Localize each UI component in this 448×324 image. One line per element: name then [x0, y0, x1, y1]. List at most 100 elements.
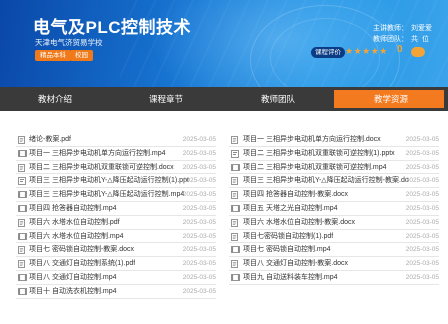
resource-row[interactable]: 项目一 三相异步电动机单方向运行控制.docx 2025-03-05	[229, 133, 439, 147]
resource-name[interactable]: 项目四 抢答器自动控制-教案.docx	[243, 190, 348, 199]
resource-date: 2025-03-05	[182, 204, 216, 212]
teacher-name[interactable]: 刘爱爱	[411, 25, 432, 32]
video-icon	[231, 246, 240, 254]
document-icon	[18, 163, 26, 172]
tab-label: 教学资源	[373, 94, 408, 104]
presentation-icon	[18, 177, 26, 186]
resource-row[interactable]: 项目三 三相异步电动机Y-△降压起动运行控制(1).pptx 2025-03-05	[16, 174, 216, 189]
document-icon	[231, 177, 239, 186]
resource-list-left: 绪论-教案.pdf 2025-03-05 项目一 三相异步电动机单方向运行控制.mp…	[16, 133, 216, 299]
resource-date: 2025-03-05	[405, 149, 439, 157]
resource-name[interactable]: 项目一 三相异步电动机单方向运行控制.mp4	[29, 149, 166, 158]
resource-row[interactable]: 项目四 抢答器自动控制-教案.docx 2025-03-05	[229, 188, 439, 202]
resource-date: 2025-03-05	[405, 177, 439, 185]
resource-date: 2025-03-05	[182, 191, 216, 199]
video-icon	[231, 205, 240, 212]
team-count-suffix: 位	[422, 36, 429, 43]
resource-row[interactable]: 项目二 三相异步电动机双重联锁可逆控制.docx 2025-03-05	[16, 161, 216, 175]
team-label: 教师团队：	[373, 36, 408, 43]
resource-name[interactable]: 项目四 抢答器自动控制.mp4	[29, 204, 117, 213]
resource-name[interactable]: 项目二 三相异步电动机双重联锁可逆控制(1).pptx	[243, 149, 395, 158]
resource-name[interactable]: 项目五 天塔之光自动控制.mp4	[243, 204, 338, 213]
document-icon	[231, 218, 239, 227]
document-icon	[18, 218, 26, 227]
resource-row[interactable]: 项目八 交通灯自动控制-教案.docx 2025-03-05	[229, 257, 439, 271]
resource-date: 2025-03-05	[405, 218, 439, 226]
resource-date: 2025-03-05	[405, 273, 439, 281]
presentation-icon	[231, 149, 239, 158]
teacher-info: 主讲教师： 刘爱爱	[373, 23, 432, 33]
resource-row[interactable]: 项目二 三相异步电动机双重联锁可逆控制(1).pptx 2025-03-05	[229, 147, 439, 161]
resource-row[interactable]: 项目十 自动洗衣机控制.mp4 2025-03-05	[16, 285, 216, 299]
video-icon	[231, 163, 240, 171]
resource-row[interactable]: 项目四 抢答器自动控制.mp4 2025-03-05	[16, 202, 216, 216]
resource-name[interactable]: 项目七 密码锁自动控制-教案.docx	[29, 245, 134, 254]
video-icon	[231, 274, 240, 281]
resource-date: 2025-03-05	[405, 232, 439, 240]
tab-chapters[interactable]: 课程章节	[110, 87, 222, 111]
resource-row[interactable]: 项目七 密码锁自动控制-教案.docx 2025-03-05	[16, 243, 216, 258]
resource-name[interactable]: 项目一 三相异步电动机单方向运行控制.docx	[243, 135, 381, 144]
resource-row[interactable]: 绪论-教案.pdf 2025-03-05	[16, 133, 216, 147]
resource-row[interactable]: 项目九 自动送料装车控制.mp4 2025-03-05	[229, 271, 439, 285]
resource-name[interactable]: 项目十 自动洗衣机控制.mp4	[29, 287, 117, 296]
video-icon	[18, 232, 27, 240]
resource-row[interactable]: 项目七密码锁自动控制(1).pdf 2025-03-05	[229, 230, 439, 244]
tab-label: 课程章节	[148, 94, 183, 104]
resource-name[interactable]: 项目三 三相异步电动机Y-△降压起动运行控制(1).pptx	[29, 176, 189, 185]
resource-name[interactable]: 项目六 水塔水位自动控制-教案.docx	[243, 218, 355, 227]
resource-row[interactable]: 项目六 水塔水位自动控制.pdf 2025-03-05	[16, 216, 216, 230]
resource-name[interactable]: 项目七密码锁自动控制(1).pdf	[243, 232, 333, 241]
resource-list-right: 项目一 三相异步电动机单方向运行控制.docx 2025-03-05 项目二 三相异…	[229, 133, 439, 285]
resource-date: 2025-03-05	[405, 204, 439, 212]
resource-date: 2025-03-05	[182, 163, 216, 171]
tab-textbook-intro[interactable]: 教材介绍	[0, 87, 110, 111]
team-info: 教师团队：共位	[373, 34, 429, 44]
resource-name[interactable]: 项目六 水塔水位自动控制.pdf	[29, 218, 120, 227]
tab-teaching-resources[interactable]: 教学资源	[334, 87, 448, 111]
rating-score: 0	[397, 44, 403, 55]
resource-name[interactable]: 项目二 三相异步电动机双重联锁可逆控制.mp4	[243, 163, 387, 172]
resource-row[interactable]: 项目一 三相异步电动机单方向运行控制.mp4 2025-03-05	[16, 147, 216, 161]
resource-name[interactable]: 项目七 密码锁自动控制.mp4	[243, 245, 331, 254]
course-rating-button[interactable]: 课程评价	[311, 47, 345, 58]
resource-date: 2025-03-05	[182, 246, 216, 254]
resource-date: 2025-03-05	[405, 260, 439, 268]
resource-row[interactable]: 项目六 水塔水位自动控制-教案.docx 2025-03-05	[229, 216, 439, 230]
resource-name[interactable]: 项目三 三相异步电动机Y-△降压起动运行控制-教案.do...	[243, 176, 409, 185]
video-icon	[18, 287, 27, 295]
video-icon	[18, 274, 27, 281]
resource-name[interactable]: 项目八 交通灯自动控制系统(1).pdf	[29, 259, 135, 268]
resource-row[interactable]: 项目三 三相异步电动机Y-△降压起动运行控制.mp4 2025-03-05	[16, 188, 216, 202]
resource-row[interactable]: 项目二 三相异步电动机双重联锁可逆控制.mp4 2025-03-05	[229, 161, 439, 175]
resource-name[interactable]: 绪论-教案.pdf	[29, 135, 71, 144]
resource-name[interactable]: 项目八 交通灯自动控制-教案.docx	[243, 259, 348, 268]
document-icon	[231, 232, 239, 241]
resource-row[interactable]: 项目八 交通灯自动控制系统(1).pdf 2025-03-05	[16, 257, 216, 271]
resource-name[interactable]: 项目六 水塔水位自动控制.mp4	[29, 232, 124, 241]
resource-name[interactable]: 项目二 三相异步电动机双重联锁可逆控制.docx	[29, 163, 174, 172]
resource-row[interactable]: 项目七 密码锁自动控制.mp4 2025-03-05	[229, 243, 439, 258]
document-icon	[231, 191, 239, 200]
document-icon	[231, 260, 239, 269]
rating-stars-icon: ★★★★★	[345, 46, 388, 56]
resource-row[interactable]: 项目三 三相异步电动机Y-△降压起动运行控制-教案.do... 2025-03-0…	[229, 174, 439, 189]
team-count-prefix: 共	[411, 36, 418, 43]
rating-more-button[interactable]	[411, 47, 425, 57]
resource-date: 2025-03-05	[405, 191, 439, 199]
resource-name[interactable]: 项目三 三相异步电动机Y-△降压起动运行控制.mp4	[29, 190, 184, 199]
video-icon	[18, 149, 27, 157]
resource-date: 2025-03-05	[182, 273, 216, 281]
tab-label: 教材介绍	[37, 94, 72, 104]
resource-name[interactable]: 项目八 交通灯自动控制.mp4	[29, 273, 117, 282]
resource-date: 2025-03-05	[405, 136, 439, 143]
resource-date: 2025-03-05	[182, 287, 216, 295]
resource-name[interactable]: 项目九 自动送料装车控制.mp4	[243, 273, 338, 282]
tab-teacher-team[interactable]: 教师团队	[222, 87, 334, 111]
resource-row[interactable]: 项目五 天塔之光自动控制.mp4 2025-03-05	[229, 202, 439, 216]
resource-row[interactable]: 项目六 水塔水位自动控制.mp4 2025-03-05	[16, 230, 216, 244]
course-school: 天津电气济贸易学校	[35, 38, 103, 47]
course-title: 电气及PLC控制技术	[33, 18, 191, 37]
resource-date: 2025-03-05	[182, 177, 216, 185]
resource-row[interactable]: 项目八 交通灯自动控制.mp4 2025-03-05	[16, 271, 216, 285]
